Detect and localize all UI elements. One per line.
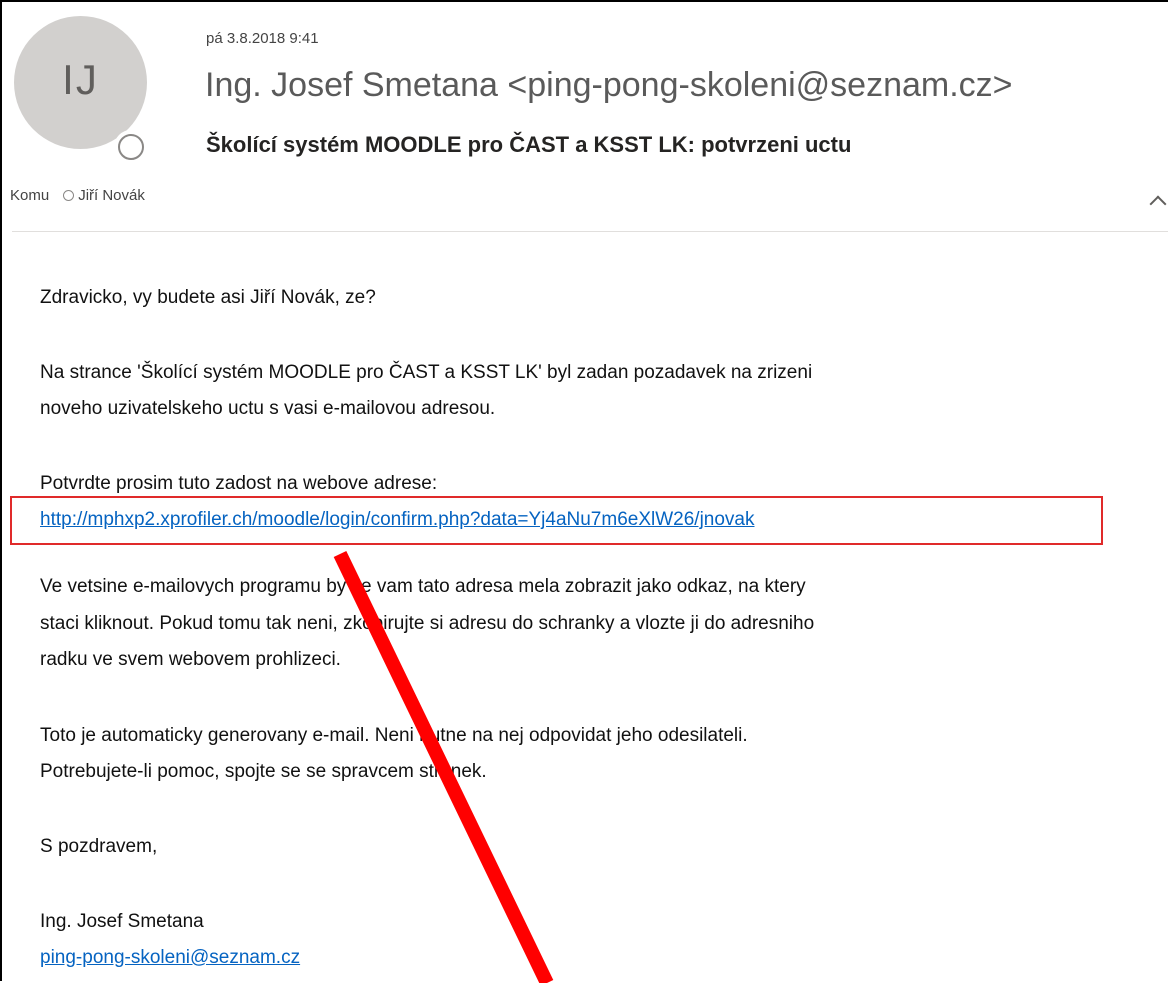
signature-email-link[interactable]: ping-pong-skoleni@seznam.cz — [40, 943, 300, 972]
presence-status-icon — [114, 130, 148, 164]
avatar-initials: IJ — [62, 55, 99, 103]
recipient-name[interactable]: Jiří Novák — [78, 187, 145, 204]
recipient-presence-icon — [63, 190, 75, 201]
signature-name: Ing. Josef Smetana — [40, 911, 204, 932]
sender-name[interactable]: Ing. Josef Smetana <ping-pong-skoleni@se… — [205, 66, 1013, 105]
to-label: Komu — [10, 187, 50, 204]
presence-ring — [118, 134, 144, 160]
paragraph-3-line-2: staci kliknout. Pokud tomu tak neni, zko… — [40, 613, 815, 634]
recipients-row: Komu Jiří Novák — [10, 187, 145, 204]
paragraph-1-line-1: Na strance 'Školící systém MOODLE pro ČA… — [40, 362, 813, 383]
received-date: pá 3.8.2018 9:41 — [206, 30, 319, 47]
email-subject: Školící systém MOODLE pro ČAST a KSST LK… — [206, 132, 852, 157]
paragraph-4-line-1: Toto je automaticky generovany e-mail. N… — [40, 725, 748, 746]
paragraph-3-line-1: Ve vetsine e-mailovych programu by se va… — [40, 576, 806, 597]
paragraph-3-line-3: radku ve svem webovem prohlizeci. — [40, 649, 341, 670]
email-reading-pane: IJ pá 3.8.2018 9:41 Ing. Josef Smetana <… — [0, 0, 1168, 983]
paragraph-1-line-2: noveho uzivatelskeho uctu s vasi e-mailo… — [40, 398, 496, 419]
paragraph-2-line-1: Potvrdte prosim tuto zadost na webove ad… — [40, 473, 438, 494]
paragraph-4-line-2: Potrebujete-li pomoc, spojte se se sprav… — [40, 761, 487, 782]
link-highlight-box — [10, 496, 1103, 545]
collapse-header-chevron-icon[interactable] — [1149, 195, 1167, 213]
greeting-line: Zdravicko, vy budete asi Jiří Novák, ze? — [40, 287, 376, 308]
sender-avatar[interactable]: IJ — [14, 16, 147, 149]
header-divider — [12, 231, 1168, 232]
closing-line: S pozdravem, — [40, 836, 158, 857]
